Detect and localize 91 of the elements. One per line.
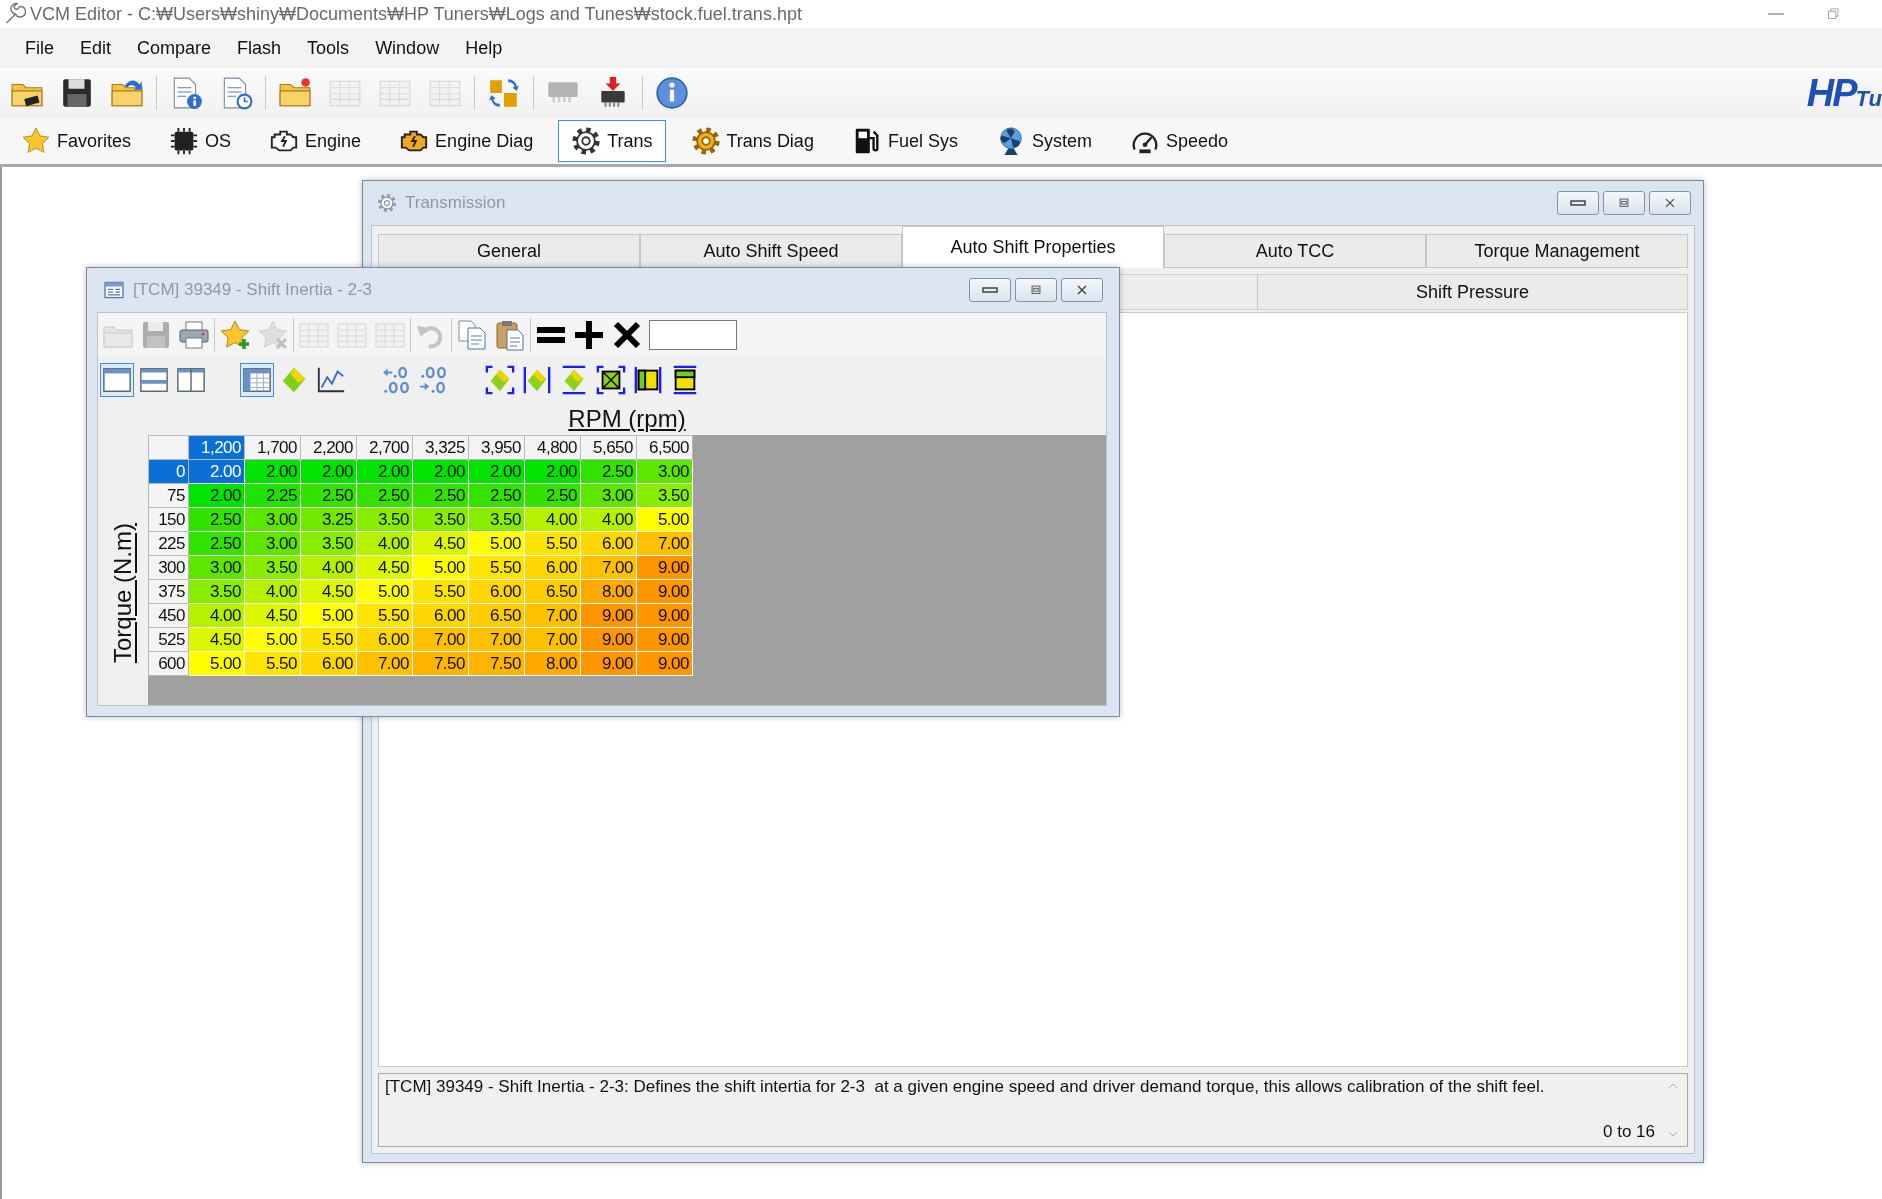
swap-icon [487,76,521,110]
window-title: [TCM] 39349 - Shift Inertia - 2-3 [133,280,373,300]
corner-cell [148,435,189,460]
gear-icon [377,193,397,213]
chip-icon [169,126,200,156]
single-view-button[interactable] [100,363,134,397]
tab[interactable]: Auto Shift Speed [640,234,902,268]
window-title: Transmission [405,193,506,213]
copy-icon [456,319,488,351]
close-button[interactable] [1061,278,1103,302]
window-title: VCM Editor - C:₩Users₩shiny₩Documents₩HP Tuners₩Logs and Tunes₩stock.fuel.trans.hpt [30,3,802,25]
row-header[interactable]: 450 [148,603,189,628]
decimal-left-icon [382,365,412,395]
description-text: [TCM] 39349 - Shift Inertia - 2-3: Defines the shift intertia for 2-3 at a given engine speed and driver demand torque, this allows calibration of the shift feel. [385,1078,1546,1095]
column-header[interactable]: 1,200 [188,435,245,460]
plus-icon [573,319,605,351]
tab[interactable]: Auto TCC [1164,234,1426,268]
minimize-icon [1768,13,1784,15]
range-text: 0 to 16 [1603,1122,1655,1142]
column-header[interactable]: 1,700 [244,435,301,460]
row-header[interactable]: 225 [148,531,189,556]
column-header[interactable]: 5,650 [580,435,637,460]
axis-label: Torque (N.m) [109,522,137,663]
value-input[interactable] [649,320,737,350]
row-header[interactable]: 600 [148,651,189,676]
axis-label: RPM (rpm) [568,405,686,433]
tab[interactable]: Auto Shift Properties [902,226,1164,268]
menu-item[interactable]: File [12,33,67,63]
minimize-icon [1570,200,1586,206]
line-graph-icon [316,365,346,395]
row-header[interactable]: 525 [148,627,189,652]
nav-tab[interactable]: Trans [558,120,666,162]
nav-tab[interactable]: OS [156,120,245,162]
column-header[interactable]: 2,200 [300,435,357,460]
select-button[interactable] [594,363,628,397]
nav-tab[interactable]: Engine [256,120,375,162]
floppy-icon [60,76,94,110]
row-header[interactable]: 300 [148,555,189,580]
row-header[interactable]: 75 [148,483,189,508]
gear-icon [571,126,602,156]
row-header[interactable]: 375 [148,579,189,604]
row-header[interactable]: 150 [148,507,189,532]
info-icon [655,76,689,110]
tab[interactable]: General [378,234,640,268]
surface-bracket-icon [522,365,552,395]
chip-icon [547,81,579,105]
nav-tab[interactable]: Engine Diag [386,120,547,162]
nav-tab[interactable]: Favorites [8,120,145,162]
box-cross-icon [596,365,626,395]
column-header[interactable]: 4,800 [524,435,581,460]
menu-item[interactable]: Edit [67,33,125,63]
window-icon [102,365,132,395]
column-header[interactable]: 3,325 [412,435,469,460]
gear-icon [690,126,721,156]
minimize-button[interactable] [1557,191,1599,215]
star-icon [21,126,51,156]
box-split-icon [633,365,663,395]
floppy-icon [140,319,172,351]
menu-item[interactable]: Tools [294,33,363,63]
tab[interactable]: Torque Management [1426,234,1688,268]
minimize-button[interactable] [969,278,1011,302]
paste-icon [494,319,526,351]
surface-bracket-icon [485,365,515,395]
column-header[interactable]: 3,950 [468,435,525,460]
table-icon [103,279,125,301]
nav-tab[interactable]: Trans Diag [677,120,827,162]
row-header[interactable]: 0 [148,459,189,484]
horizontal-split-icon [139,365,169,395]
menu-item[interactable]: Help [452,33,516,63]
menu-item[interactable]: Flash [224,33,295,63]
table-view-button[interactable] [240,363,274,397]
column-header[interactable]: 2,700 [356,435,413,460]
nav-tab[interactable]: Speedo [1116,120,1241,162]
close-button[interactable] [1649,191,1691,215]
maximize-button[interactable] [1603,191,1645,215]
printer-icon [178,319,210,351]
menu-item[interactable]: Compare [124,33,225,63]
menu-item[interactable]: Window [362,33,453,63]
logo: HPTu [1806,71,1882,115]
star-x-icon [257,319,289,351]
star-plus-icon [219,319,251,351]
table-icon [242,365,272,395]
minimize-icon [982,287,998,293]
vertical-split-icon [176,365,206,395]
decimal-right-icon [419,365,449,395]
column-header[interactable]: 6,500 [636,435,693,460]
multiply-icon [611,319,643,351]
select-button[interactable] [483,363,517,397]
maximize-button[interactable] [1015,278,1057,302]
nav-tab[interactable]: System [982,120,1105,162]
nav-tab[interactable]: Fuel Sys [838,120,971,162]
